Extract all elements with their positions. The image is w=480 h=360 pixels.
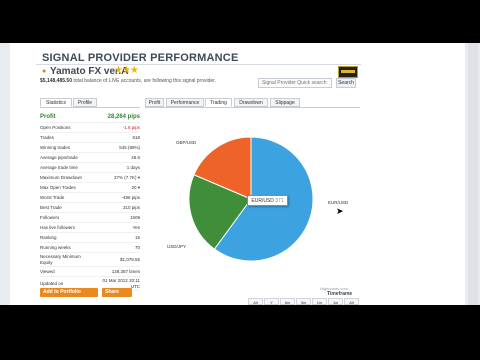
balance-value: $5,148,485.50 (40, 78, 72, 84)
stat-label: Necessary Minimum Equity (40, 253, 81, 265)
label-eurusd: EUR/USD (328, 200, 349, 205)
stat-row: Ranking 15 (40, 233, 140, 243)
stat-row: Viewed 128,387 times (40, 267, 140, 277)
tab-drawdown[interactable]: Drawdown (234, 98, 268, 107)
statistics-table: Profit 28,264 pips Open Positions -1.6 pi… (40, 113, 140, 291)
stat-label: Worst Trade (40, 195, 65, 200)
tab-profile[interactable]: Profile (73, 98, 97, 107)
balance-line: $5,148,485.50 total balance of LIVE acco… (40, 78, 216, 84)
chart-tooltip: EUR/USD 371 (247, 195, 288, 206)
share-button[interactable]: Share (102, 288, 132, 297)
stat-label: Average pips/trade (40, 155, 78, 160)
stat-value: 128,387 times (111, 269, 140, 274)
stat-label: Ranking (40, 235, 57, 240)
stat-value: 70 (134, 245, 140, 250)
main-tab-line (145, 107, 360, 108)
stat-value: Yes (132, 225, 140, 230)
tab-trading[interactable]: Trading (205, 98, 232, 107)
timeframe-label: Timeframe (327, 291, 353, 297)
stat-row: Winning trades 545 (88%) (40, 143, 140, 153)
timeframe-button[interactable]: Y (264, 298, 279, 305)
mouse-cursor-icon: ➤ (336, 206, 344, 216)
bullet-icon: ● (42, 68, 47, 75)
stat-row: Open Positions -1.6 pips (40, 123, 140, 133)
stat-row: Followers 1509 (40, 213, 140, 223)
stat-label: Has live followers (40, 225, 76, 230)
stat-row: Running weeks 70 (40, 243, 140, 253)
tab-profit[interactable]: Profit (145, 98, 164, 107)
search-input[interactable] (258, 78, 332, 88)
page-title: SIGNAL PROVIDER PERFORMANCE (42, 52, 239, 64)
add-to-portfolio-button[interactable]: Add to Portfolio (40, 288, 98, 297)
stat-value: 310 pips (122, 205, 140, 210)
stat-value: $1,078.55 (119, 256, 140, 262)
search-button[interactable]: Search (336, 78, 356, 88)
stat-value: 20 ▾ (131, 185, 140, 190)
stat-label: Running weeks (40, 245, 71, 250)
stat-label: Trades (40, 135, 54, 140)
stat-value: 545 (88%) (119, 145, 140, 150)
stat-value: -1.6 pips (122, 125, 140, 130)
stat-row: Worst Trade -486 pips (40, 193, 140, 203)
left-tab-line (40, 107, 140, 108)
timeframe-button[interactable]: All (344, 298, 359, 305)
label-gbpusd: GBP/USD (176, 140, 197, 145)
stat-row: Best Trade 310 pips (40, 203, 140, 213)
tab-statistics[interactable]: Statistics (40, 98, 72, 107)
tooltip-value: 371 (275, 198, 284, 204)
stat-value: 46.6 (131, 155, 140, 160)
timeframe-buttons: All Y 6m 3m 1m 1w All (248, 298, 360, 305)
stat-label: Average trade time (40, 165, 78, 170)
stat-label: Open Positions (40, 125, 71, 130)
stat-value: 618 (132, 135, 140, 140)
tab-performance[interactable]: Performance (166, 98, 204, 107)
stat-label: Followers (40, 215, 60, 220)
stat-row: Average pips/trade 46.6 (40, 153, 140, 163)
stat-label: Viewed (40, 269, 55, 274)
stat-value: 1509 (129, 215, 140, 220)
label-usdjpy: USD/JPY (167, 244, 187, 249)
tooltip-label: EUR/USD (251, 198, 274, 204)
stat-label: Best Trade (40, 205, 62, 210)
stat-row: Trades 618 (40, 133, 140, 143)
profit-value: 28,264 pips (107, 114, 140, 120)
provider-logo (338, 66, 358, 78)
stat-label: Winning trades (40, 145, 71, 150)
balance-text: total balance of LIVE accounts, are foll… (73, 78, 216, 84)
timeframe-button[interactable]: 1w (328, 298, 343, 305)
header-divider (36, 64, 361, 65)
rating-stars: ★★★ (114, 65, 139, 76)
timeframe-button[interactable]: 3m (296, 298, 311, 305)
stat-row: Average trade time 1 days (40, 163, 140, 173)
stat-value: 1 days (126, 165, 140, 170)
stat-row: Max Open Trades 20 ▾ (40, 183, 140, 193)
stat-value: 15 (134, 235, 140, 240)
timeframe-button[interactable]: 6m (280, 298, 295, 305)
stat-row: Necessary Minimum Equity $1,078.55 (40, 253, 140, 267)
tab-slippage[interactable]: Slippage (270, 98, 300, 107)
profit-label: Profit (40, 114, 56, 120)
timeframe-button[interactable]: All (248, 298, 263, 305)
stat-label: Updated on (40, 280, 64, 286)
stat-row: Has live followers Yes (40, 223, 140, 233)
timeframe-button[interactable]: 1m (312, 298, 327, 305)
stat-label: Max Open Trades (40, 185, 76, 190)
scrollbar[interactable] (468, 43, 478, 305)
stat-row: Maximum Drawdown 27% (7.7K) ▾ (40, 173, 140, 183)
stat-row-profit: Profit 28,264 pips (40, 113, 140, 123)
stat-value: 27% (7.7K) ▾ (113, 175, 140, 180)
stat-value: -486 pips (121, 195, 140, 200)
stat-label: Maximum Drawdown (40, 175, 83, 180)
